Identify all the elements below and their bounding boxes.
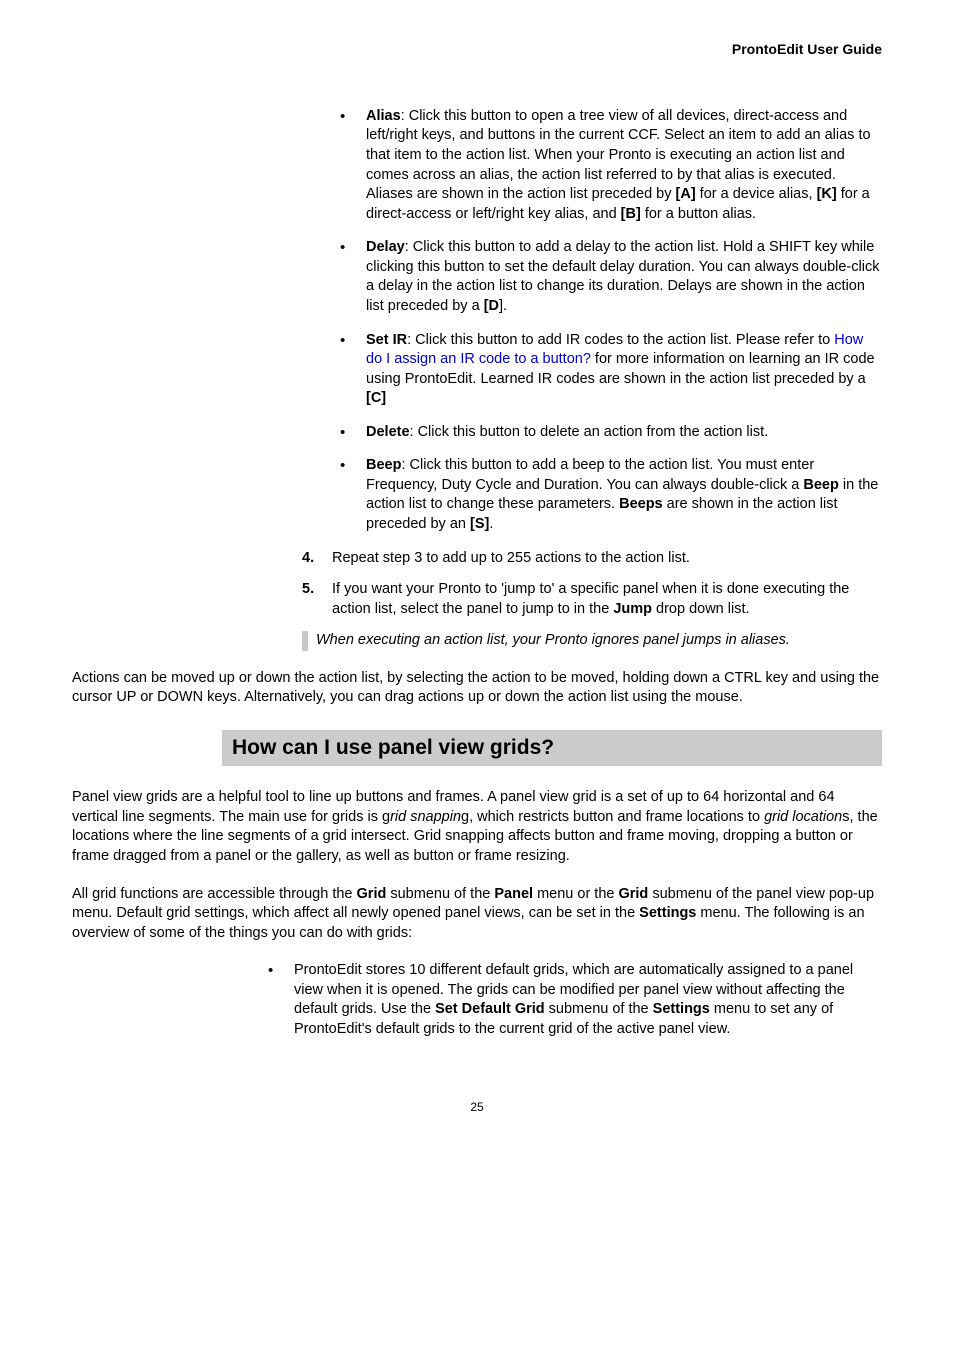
page-header: ProntoEdit User Guide (72, 40, 882, 59)
step-5: 5.If you want your Pronto to 'jump to' a… (302, 580, 882, 619)
page-number: 25 (72, 1099, 882, 1115)
step-4-text: Repeat step 3 to add up to 255 actions t… (332, 550, 690, 566)
bullet-delay: Delay: Click this button to add a delay … (332, 238, 882, 316)
grid-bullets: ProntoEdit stores 10 different default g… (260, 961, 882, 1039)
bullet-setir: Set IR: Click this button to add IR code… (332, 331, 882, 409)
numbered-steps: 4.Repeat step 3 to add up to 255 actions… (302, 549, 882, 620)
note-text: When executing an action list, your Pron… (316, 631, 790, 651)
bullet-beep: Beep: Click this button to add a beep to… (332, 456, 882, 534)
step-5-text: If you want your Pronto to 'jump to' a s… (332, 581, 849, 617)
step-4: 4.Repeat step 3 to add up to 255 actions… (302, 549, 882, 569)
action-buttons-description: Alias: Click this button to open a tree … (332, 107, 882, 535)
section-heading: How can I use panel view grids? (232, 734, 872, 762)
section-heading-bar: How can I use panel view grids? (222, 730, 882, 766)
grid-para-2: All grid functions are accessible throug… (72, 885, 882, 944)
grid-para-1: Panel view grids are a helpful tool to l… (72, 788, 882, 866)
bullet-alias: Alias: Click this button to open a tree … (332, 107, 882, 224)
para-move-actions: Actions can be moved up or down the acti… (72, 669, 882, 708)
grid-bullet-1: ProntoEdit stores 10 different default g… (260, 961, 882, 1039)
note-block: When executing an action list, your Pron… (302, 631, 882, 651)
bullet-delete: Delete: Click this button to delete an a… (332, 423, 882, 443)
note-bar-decor (302, 631, 308, 651)
